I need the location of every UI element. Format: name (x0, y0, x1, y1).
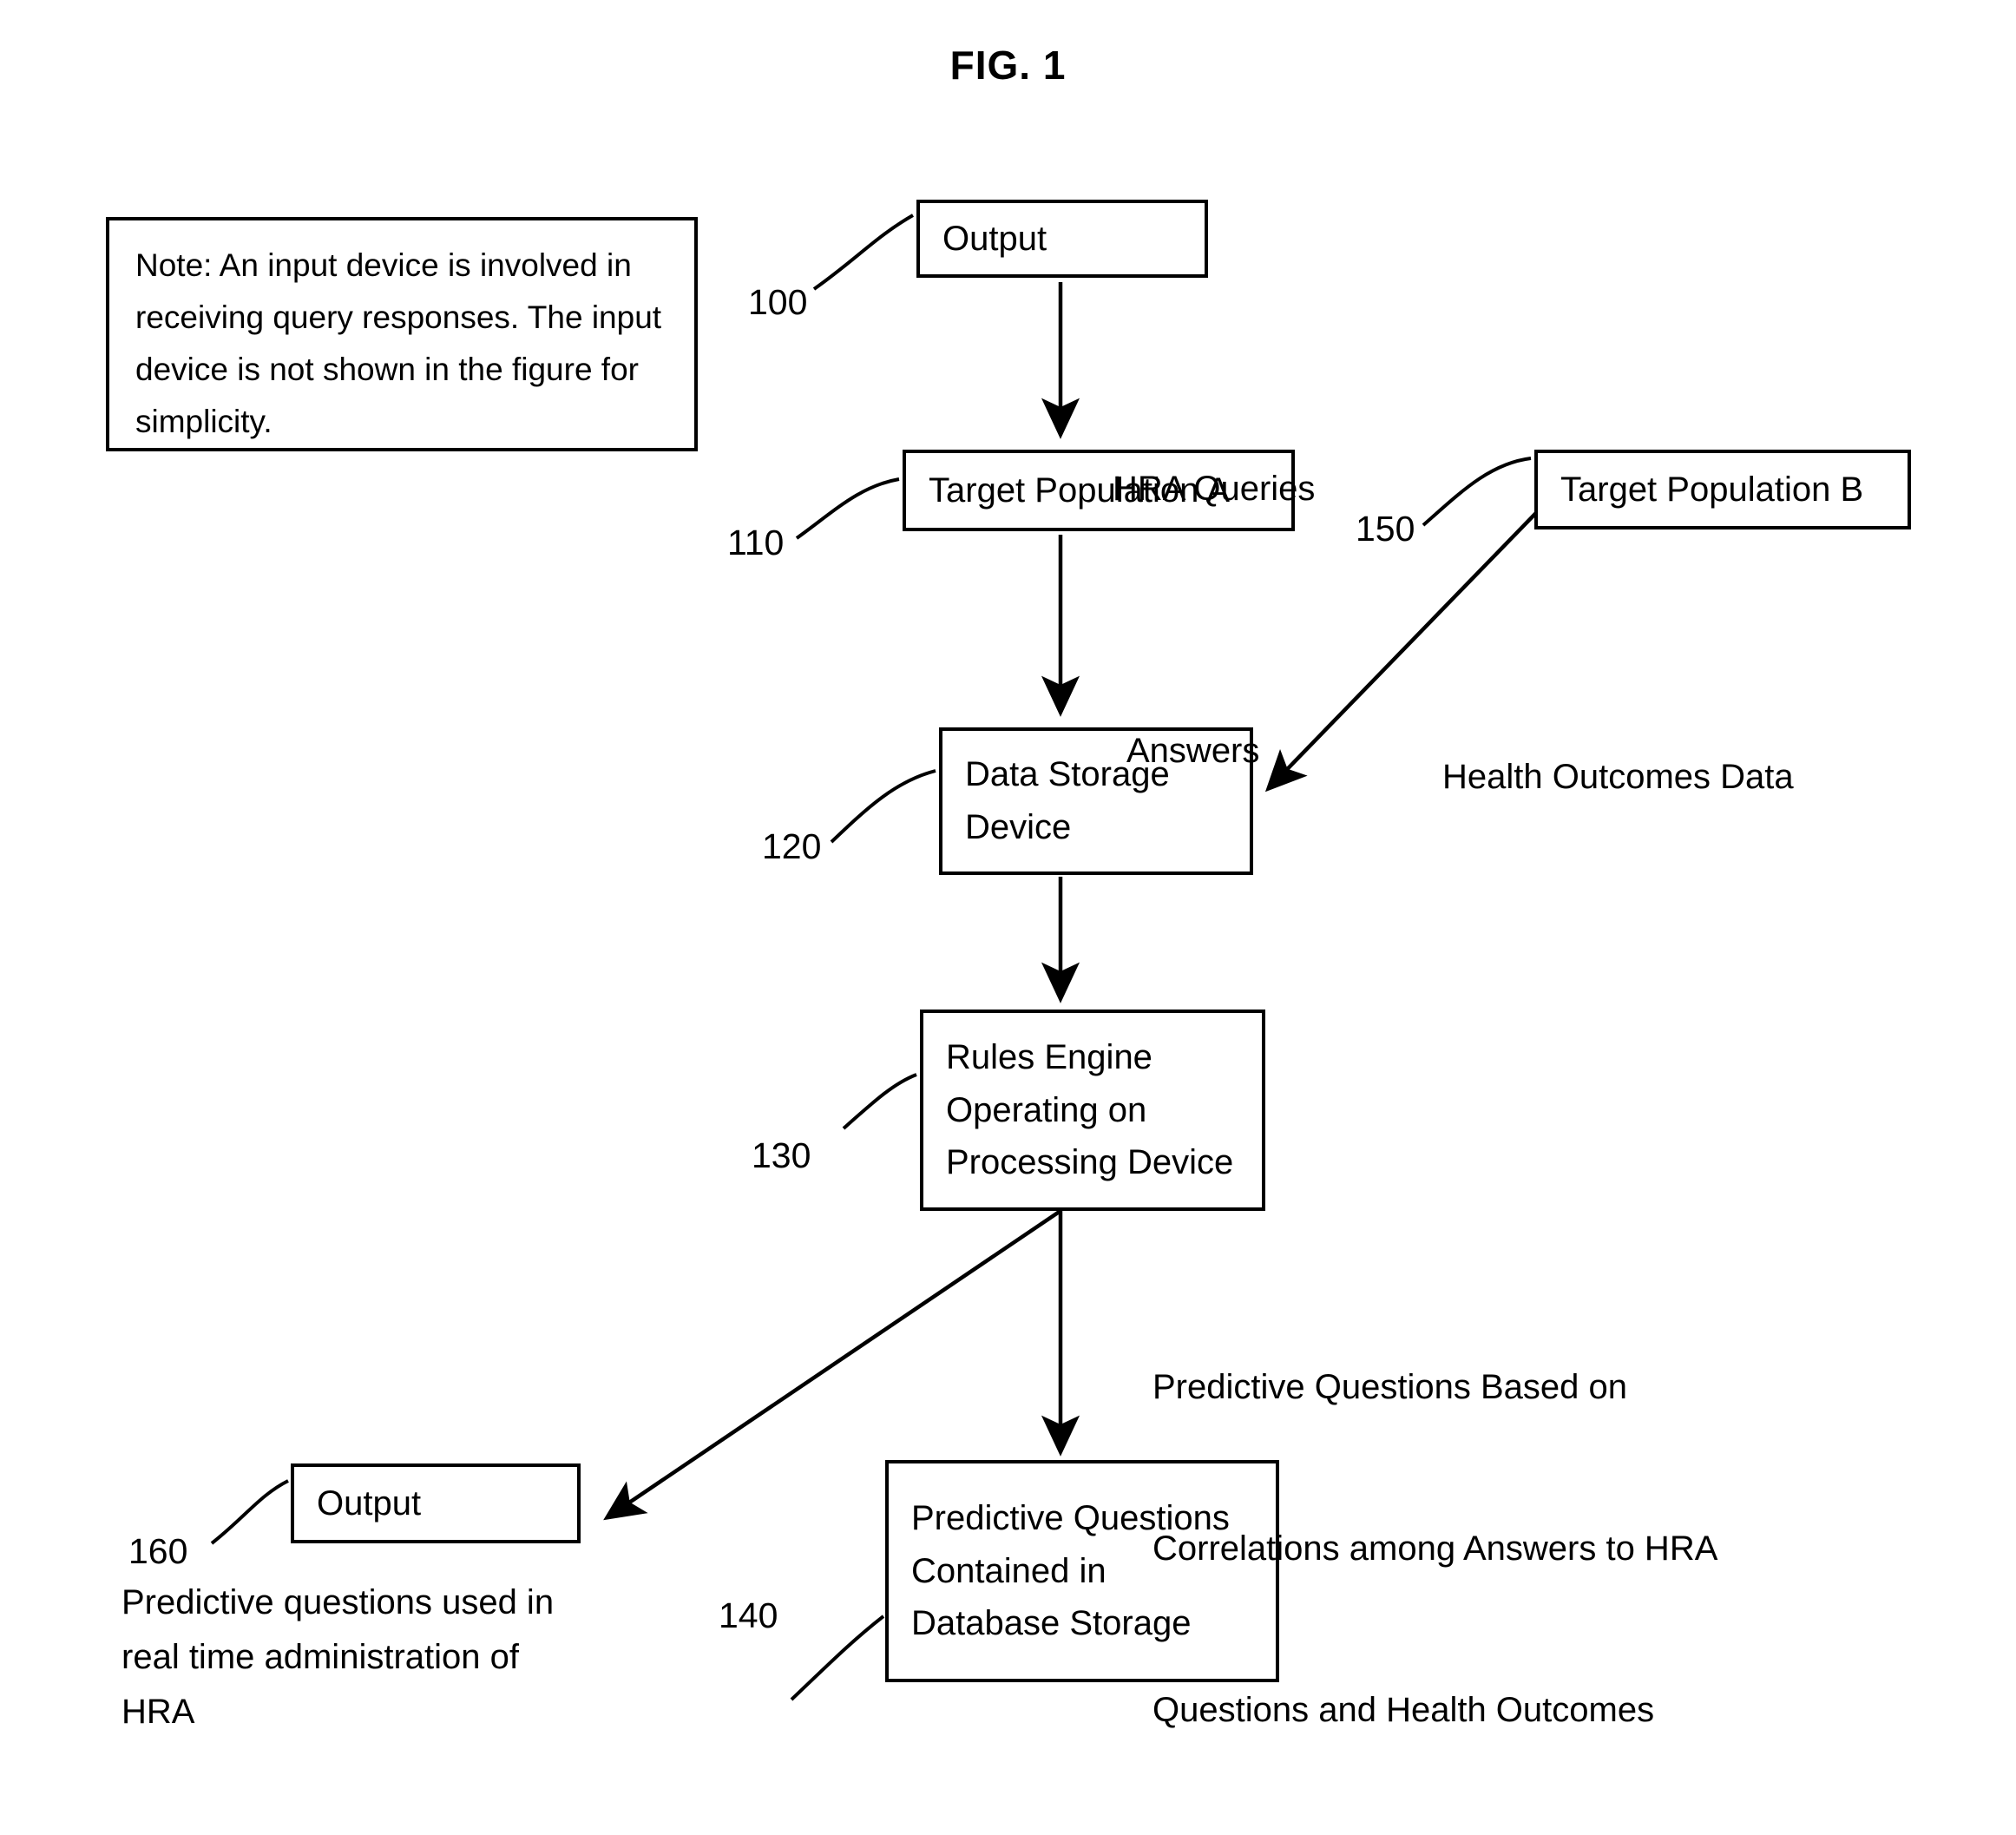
reference-numeral-120: 120 (762, 826, 822, 866)
reference-numeral-110: 110 (727, 523, 785, 562)
reference-numeral-100: 100 (748, 282, 808, 322)
edge-label-line: Health Outcomes Data (1442, 758, 1794, 796)
edge-label-line: Correlations among Answers to HRA (1152, 1529, 1718, 1568)
note-line: receiving query responses. The input (135, 299, 662, 335)
reference-numeral-160: 160 (128, 1531, 188, 1571)
edge-label-line: Answers (1126, 732, 1260, 770)
leader-line-160 (210, 1479, 289, 1545)
patent-figure-1: FIG. 1 Note: An input device is involved… (0, 0, 2016, 1835)
note-line: Note: An input device is involved in (135, 247, 632, 283)
reference-numeral-140: 140 (719, 1595, 778, 1635)
node-output-top-label: Output (942, 219, 1047, 258)
node-target-population-b-label: Target Population B (1560, 470, 1864, 509)
note-line: simplicity. (135, 403, 273, 439)
leader-line-140 (790, 1615, 885, 1701)
figure-title: FIG. 1 (949, 43, 1067, 88)
node-output-bottom: Output (291, 1463, 581, 1543)
output-caption-line: Predictive questions used in (121, 1583, 555, 1621)
edge-label-line: Predictive Questions Based on (1152, 1368, 1627, 1406)
edge-label-predictive-questions-basis: Predictive Questions Based on Correlatio… (1152, 1253, 1717, 1835)
leader-line-150 (1422, 457, 1532, 527)
edge-label-answers: Answers (1126, 616, 1259, 885)
output-bottom-caption: Predictive questions used in real time a… (121, 1575, 660, 1740)
leader-line-130 (842, 1073, 917, 1130)
node-output-bottom-label: Output (317, 1483, 422, 1523)
leader-line-100 (812, 214, 914, 291)
node-rules-engine-label: Operating on (946, 1090, 1147, 1129)
reference-numeral-150: 150 (1356, 509, 1415, 549)
leader-line-120 (830, 769, 936, 844)
edge-label-hra-queries: HRA Queries (1113, 354, 1315, 623)
node-output-top: Output (916, 200, 1208, 278)
output-caption-line: real time administration of (121, 1638, 519, 1677)
leader-line-110 (795, 477, 900, 540)
node-target-population-b: Target Population B (1534, 450, 1911, 529)
output-caption-line: HRA (121, 1693, 195, 1732)
edge-label-line: Questions and Health Outcomes (1152, 1691, 1655, 1729)
edge-label-line: HRA Queries (1113, 470, 1316, 508)
note-line: device is not shown in the figure for (135, 351, 639, 387)
node-rules-engine-label: Processing Device (946, 1143, 1234, 1182)
reference-numeral-130: 130 (752, 1135, 811, 1175)
edge-label-health-outcomes-data: Health Outcomes Data (1442, 642, 1794, 911)
note-callout-box: Note: An input device is involved in rec… (106, 217, 698, 451)
node-rules-engine-label: Rules Engine (946, 1037, 1152, 1076)
node-rules-engine: Rules Engine Operating on Processing Dev… (920, 1010, 1265, 1211)
